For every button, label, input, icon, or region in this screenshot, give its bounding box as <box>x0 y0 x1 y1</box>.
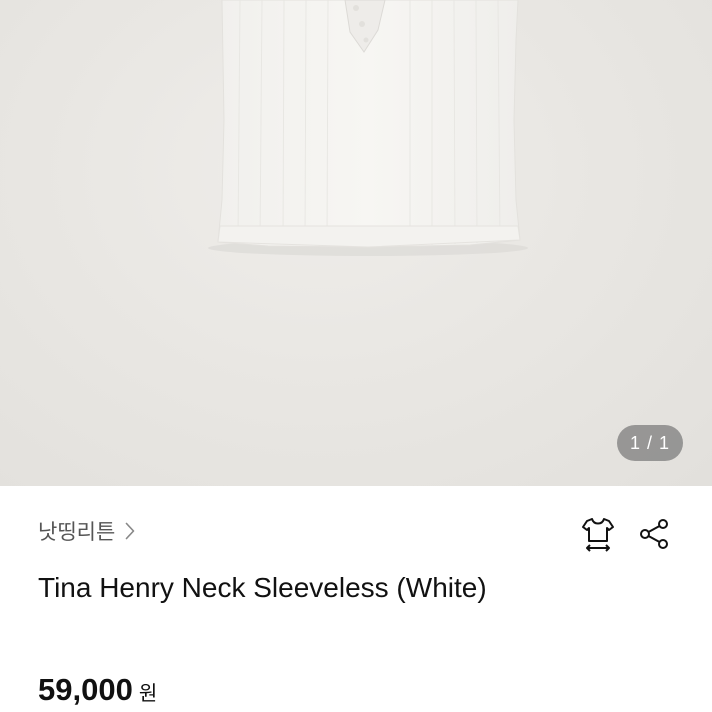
product-image[interactable]: 1 / 1 <box>0 0 712 486</box>
image-counter: 1 / 1 <box>617 425 683 461</box>
price-currency: 원 <box>138 681 158 705</box>
product-detail-page: 1 / 1 낫띵리튼 Tina Henry Neck Sleeveless (W… <box>0 0 712 712</box>
product-info: 낫띵리튼 Tina Henry Neck Sleeveless (White) … <box>0 486 712 712</box>
size-guide-button[interactable] <box>580 516 616 556</box>
garment-illustration <box>208 0 528 256</box>
action-icons <box>580 516 672 556</box>
brand-link[interactable]: 낫띵리튼 <box>38 516 135 546</box>
share-icon <box>637 517 671 556</box>
product-title: Tina Henry Neck Sleeveless (White) <box>38 572 487 603</box>
brand-name: 낫띵리튼 <box>38 520 116 544</box>
tshirt-size-icon <box>581 515 615 558</box>
price: 59,000 원 <box>38 672 157 708</box>
chevron-right-icon <box>125 522 135 540</box>
price-amount: 59,000 <box>38 672 133 707</box>
share-button[interactable] <box>636 516 672 556</box>
